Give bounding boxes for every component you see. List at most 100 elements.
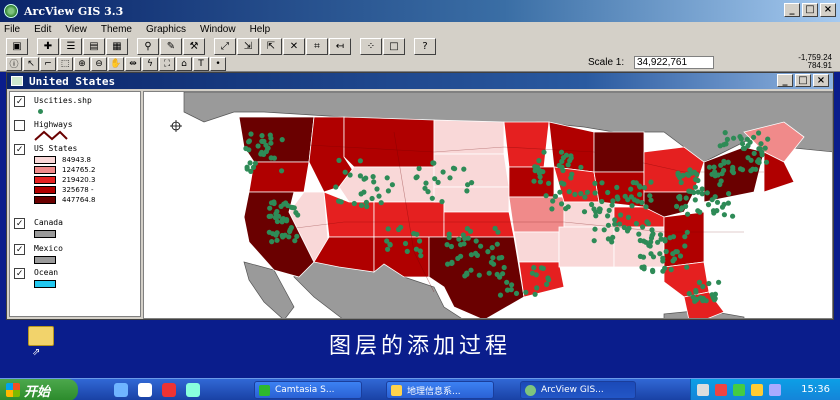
locate-address-icon[interactable]: ✎ xyxy=(160,37,182,55)
menu-edit[interactable]: Edit xyxy=(34,24,51,35)
city-point xyxy=(657,251,663,257)
layer-checkbox[interactable]: ✓ xyxy=(14,244,25,255)
menu-theme[interactable]: Theme xyxy=(101,24,132,35)
view-maximize-button[interactable]: □ xyxy=(795,74,811,87)
edit-legend-icon[interactable]: ▤ xyxy=(83,37,105,55)
task-camtasia[interactable]: Camtasia S... xyxy=(254,381,362,399)
city-point xyxy=(414,231,420,237)
city-point xyxy=(633,221,639,227)
add-theme-icon[interactable]: ✚ xyxy=(37,37,59,55)
city-point xyxy=(678,173,684,179)
city-point xyxy=(273,211,279,217)
find-icon[interactable]: ⚲ xyxy=(137,37,159,55)
city-point xyxy=(499,254,505,261)
tray-app-2-icon[interactable] xyxy=(751,384,763,396)
zoom-previous-icon[interactable]: ↤ xyxy=(329,37,351,55)
layer-checkbox[interactable]: ✓ xyxy=(14,96,25,107)
app-title: ArcView GIS 3.3 xyxy=(24,4,124,18)
antivirus-icon[interactable] xyxy=(715,384,727,396)
city-point xyxy=(371,179,377,185)
city-point xyxy=(357,158,363,164)
clear-selection-icon[interactable]: □ xyxy=(383,37,405,55)
city-point xyxy=(468,267,474,273)
menu-help[interactable]: Help xyxy=(250,24,271,35)
folder-icon xyxy=(391,385,402,396)
city-point xyxy=(677,196,683,202)
city-point xyxy=(532,291,538,297)
quicklaunch-acrobat-icon[interactable] xyxy=(162,383,176,397)
select-features-icon[interactable]: ⁘ xyxy=(360,37,382,55)
layer-checkbox[interactable] xyxy=(14,120,25,131)
network-icon[interactable] xyxy=(697,384,709,396)
volume-icon[interactable] xyxy=(769,384,781,396)
city-point xyxy=(709,292,715,298)
open-attribute-table-icon[interactable]: ▦ xyxy=(106,37,128,55)
vertex-edit-tool-icon[interactable]: ⌐ xyxy=(40,56,56,71)
task-arcview[interactable]: ArcView GIS... xyxy=(520,381,636,399)
city-point xyxy=(549,206,555,212)
class-label-4: 325678 - xyxy=(62,186,94,194)
zoom-active-themes-icon[interactable]: ⇲ xyxy=(237,37,259,55)
city-point xyxy=(605,189,611,196)
city-point xyxy=(351,200,357,207)
help-icon[interactable]: ? xyxy=(414,37,436,55)
pan-tool-icon[interactable]: ✋ xyxy=(108,56,124,71)
layer-checkbox[interactable]: ✓ xyxy=(14,268,25,279)
zoom-in-fixed-icon[interactable]: ✕ xyxy=(283,37,305,55)
city-point xyxy=(692,197,698,203)
label-tool-icon[interactable]: ⌂ xyxy=(176,56,192,71)
menu-file[interactable]: File xyxy=(4,24,20,35)
us-map[interactable] xyxy=(144,92,833,319)
text-tool-icon[interactable]: T xyxy=(193,56,209,71)
area-of-interest-tool-icon[interactable]: ⛶ xyxy=(159,56,175,71)
zoom-out-fixed-icon[interactable]: ⌗ xyxy=(306,37,328,55)
select-feature-tool-icon[interactable]: ⬚ xyxy=(57,56,73,71)
city-point xyxy=(705,202,712,208)
menu-graphics[interactable]: Graphics xyxy=(146,24,186,35)
city-point xyxy=(747,139,753,145)
zoom-selected-icon[interactable]: ⇱ xyxy=(260,37,282,55)
view-titlebar[interactable]: United States _ □ × xyxy=(7,73,833,89)
layer-checkbox[interactable]: ✓ xyxy=(14,218,25,229)
minimize-button[interactable]: _ xyxy=(784,3,800,17)
zoom-in-tool-icon[interactable]: ⊕ xyxy=(74,56,90,71)
view-close-button[interactable]: × xyxy=(813,74,829,87)
city-point xyxy=(531,178,537,184)
measure-tool-icon[interactable]: ⇹ xyxy=(125,56,141,71)
city-point xyxy=(538,265,545,271)
pointer-tool-icon[interactable]: ↖ xyxy=(23,56,39,71)
city-point xyxy=(721,142,727,148)
city-point xyxy=(559,201,565,207)
scale-input[interactable]: 34,922,761 xyxy=(634,56,714,69)
city-point xyxy=(385,226,391,232)
draw-point-tool-icon[interactable]: • xyxy=(210,56,226,71)
save-project-icon[interactable]: ▣ xyxy=(6,37,28,55)
city-point xyxy=(612,221,618,227)
city-point xyxy=(662,265,668,271)
quicklaunch-media-icon[interactable] xyxy=(138,383,152,397)
layer-checkbox[interactable]: ✓ xyxy=(14,144,25,155)
city-point xyxy=(269,239,275,245)
city-point xyxy=(663,248,669,255)
city-point xyxy=(757,146,763,152)
theme-properties-icon[interactable]: ☰ xyxy=(60,37,82,55)
start-button[interactable]: 开始 xyxy=(0,379,78,400)
tray-app-icon[interactable] xyxy=(733,384,745,396)
task-gis-document[interactable]: 地理信息系... xyxy=(386,381,494,399)
close-button[interactable]: × xyxy=(820,3,836,17)
zoom-out-tool-icon[interactable]: ⊖ xyxy=(91,56,107,71)
query-builder-icon[interactable]: ⚒ xyxy=(183,37,205,55)
city-point xyxy=(429,195,435,201)
quicklaunch-ie-icon[interactable] xyxy=(114,383,128,397)
city-point xyxy=(668,267,674,273)
zoom-full-extent-icon[interactable]: ⤢ xyxy=(214,37,236,55)
quicklaunch-desktop-icon[interactable] xyxy=(186,383,200,397)
maximize-button[interactable]: □ xyxy=(802,3,818,17)
menu-window[interactable]: Window xyxy=(200,24,236,35)
menu-view[interactable]: View xyxy=(65,24,87,35)
identify-tool-icon[interactable]: ⓘ xyxy=(6,56,22,71)
map-display[interactable] xyxy=(143,91,833,319)
city-point xyxy=(358,202,365,208)
view-minimize-button[interactable]: _ xyxy=(777,74,793,87)
hotlink-tool-icon[interactable]: ϟ xyxy=(142,56,158,71)
